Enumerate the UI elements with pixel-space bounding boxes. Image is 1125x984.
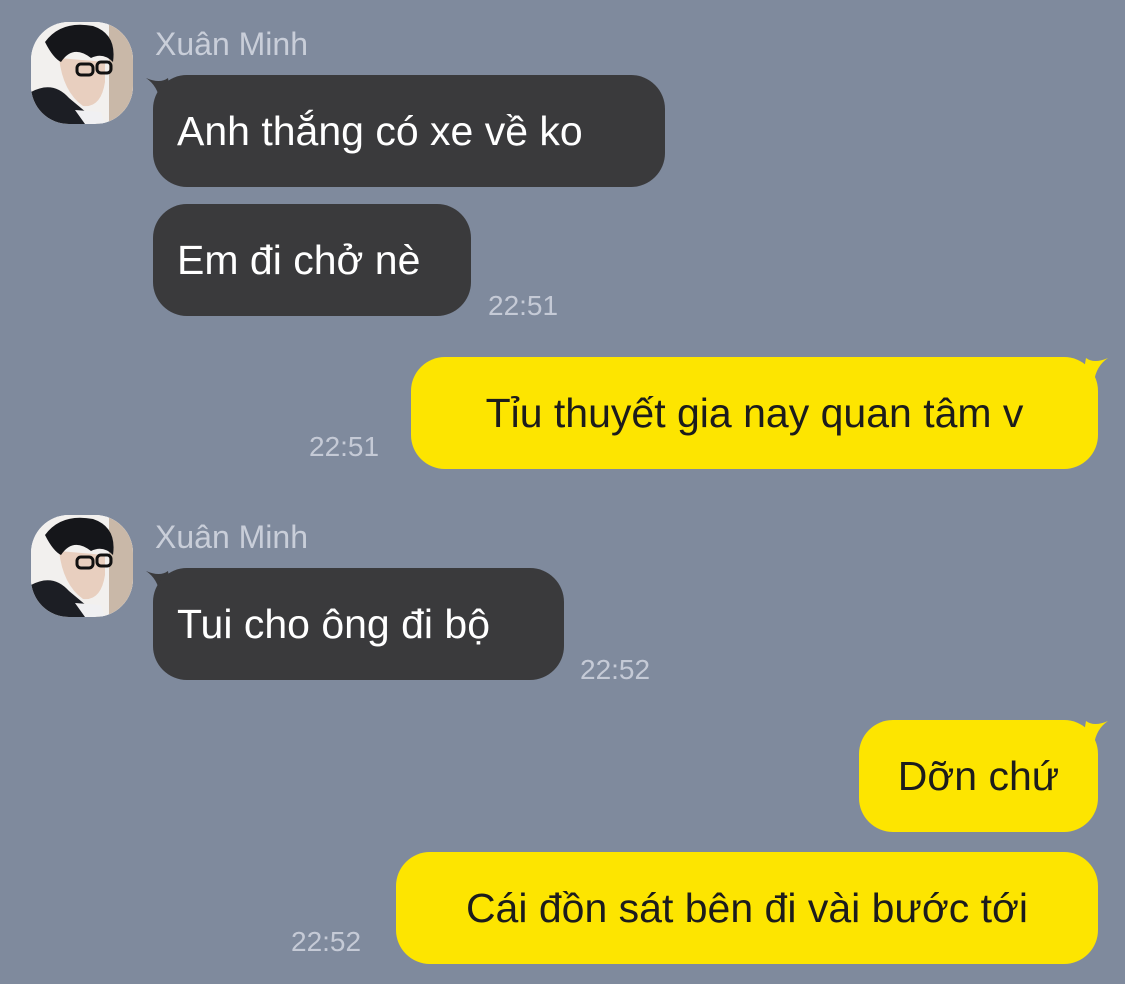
contact-avatar[interactable] [31,515,133,617]
sender-name: Xuân Minh [155,519,308,555]
bubble-tail [1082,719,1108,745]
outgoing-message[interactable]: Tỉu thuyết gia nay quan tâm v [411,357,1098,469]
incoming-message[interactable]: Tui cho ông đi bộ [153,568,564,680]
message-timestamp: 22:51 [309,431,380,462]
contact-avatar[interactable] [31,22,133,124]
sender-name: Xuân Minh [155,26,308,62]
incoming-message[interactable]: Em đi chở nè [153,204,471,316]
incoming-message[interactable]: Anh thắng có xe về ko [153,75,665,187]
outgoing-message[interactable]: Cái đồn sát bên đi vài bước tới [396,852,1098,964]
message-timestamp: 22:52 [580,654,651,685]
message-timestamp: 22:52 [291,926,362,957]
outgoing-message[interactable]: Dỡn chứ [859,720,1098,832]
bubble-tail [1082,356,1108,382]
message-timestamp: 22:51 [488,290,559,321]
